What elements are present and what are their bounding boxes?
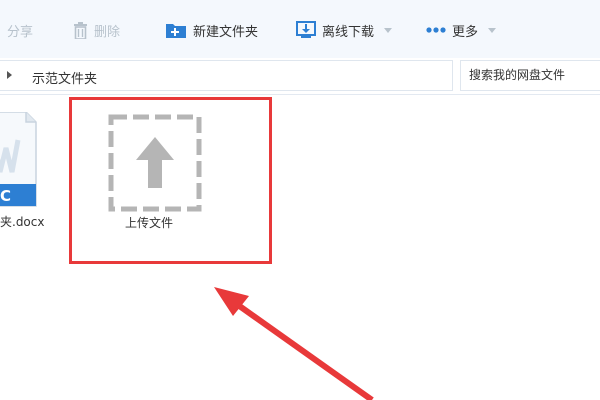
chevron-right-icon[interactable] [7, 71, 12, 79]
new-folder-button[interactable]: 新建文件夹 [165, 20, 258, 40]
new-folder-label: 新建文件夹 [193, 24, 259, 40]
search-box[interactable] [460, 60, 600, 91]
more-dots-icon [426, 27, 446, 33]
new-folder-icon [165, 21, 187, 39]
share-label: 分享 [7, 24, 34, 40]
search-input[interactable] [469, 61, 599, 88]
offline-download-button[interactable]: 离线下载 [296, 20, 393, 40]
chevron-down-icon[interactable] [384, 27, 393, 33]
chevron-down-icon[interactable] [488, 27, 497, 33]
address-bar: 示范文件夹 [0, 58, 600, 95]
upload-file-label[interactable]: 上传文件 [125, 214, 173, 231]
breadcrumb-folder[interactable]: 示范文件夹 [32, 68, 97, 87]
file-grid: C 夹.docx 上传文件 [0, 95, 600, 400]
file-name: 夹.docx [0, 215, 45, 229]
offline-download-label: 离线下载 [322, 24, 375, 40]
delete-button[interactable]: 删除 [73, 20, 120, 40]
more-label: 更多 [452, 24, 479, 40]
download-icon [296, 21, 316, 39]
trash-icon [73, 21, 88, 39]
share-button[interactable]: 分享 [7, 20, 33, 40]
file-item-docx[interactable]: C 夹.docx [0, 95, 60, 235]
upload-icon [108, 114, 202, 212]
delete-label: 删除 [94, 24, 121, 40]
toolbar: 分享 删除 新建文件夹 离线下载 更多 [0, 0, 600, 59]
more-button[interactable]: 更多 [426, 20, 497, 40]
docx-badge: C [0, 187, 11, 205]
breadcrumb[interactable]: 示范文件夹 [0, 60, 453, 91]
word-doc-icon: C [0, 111, 38, 212]
